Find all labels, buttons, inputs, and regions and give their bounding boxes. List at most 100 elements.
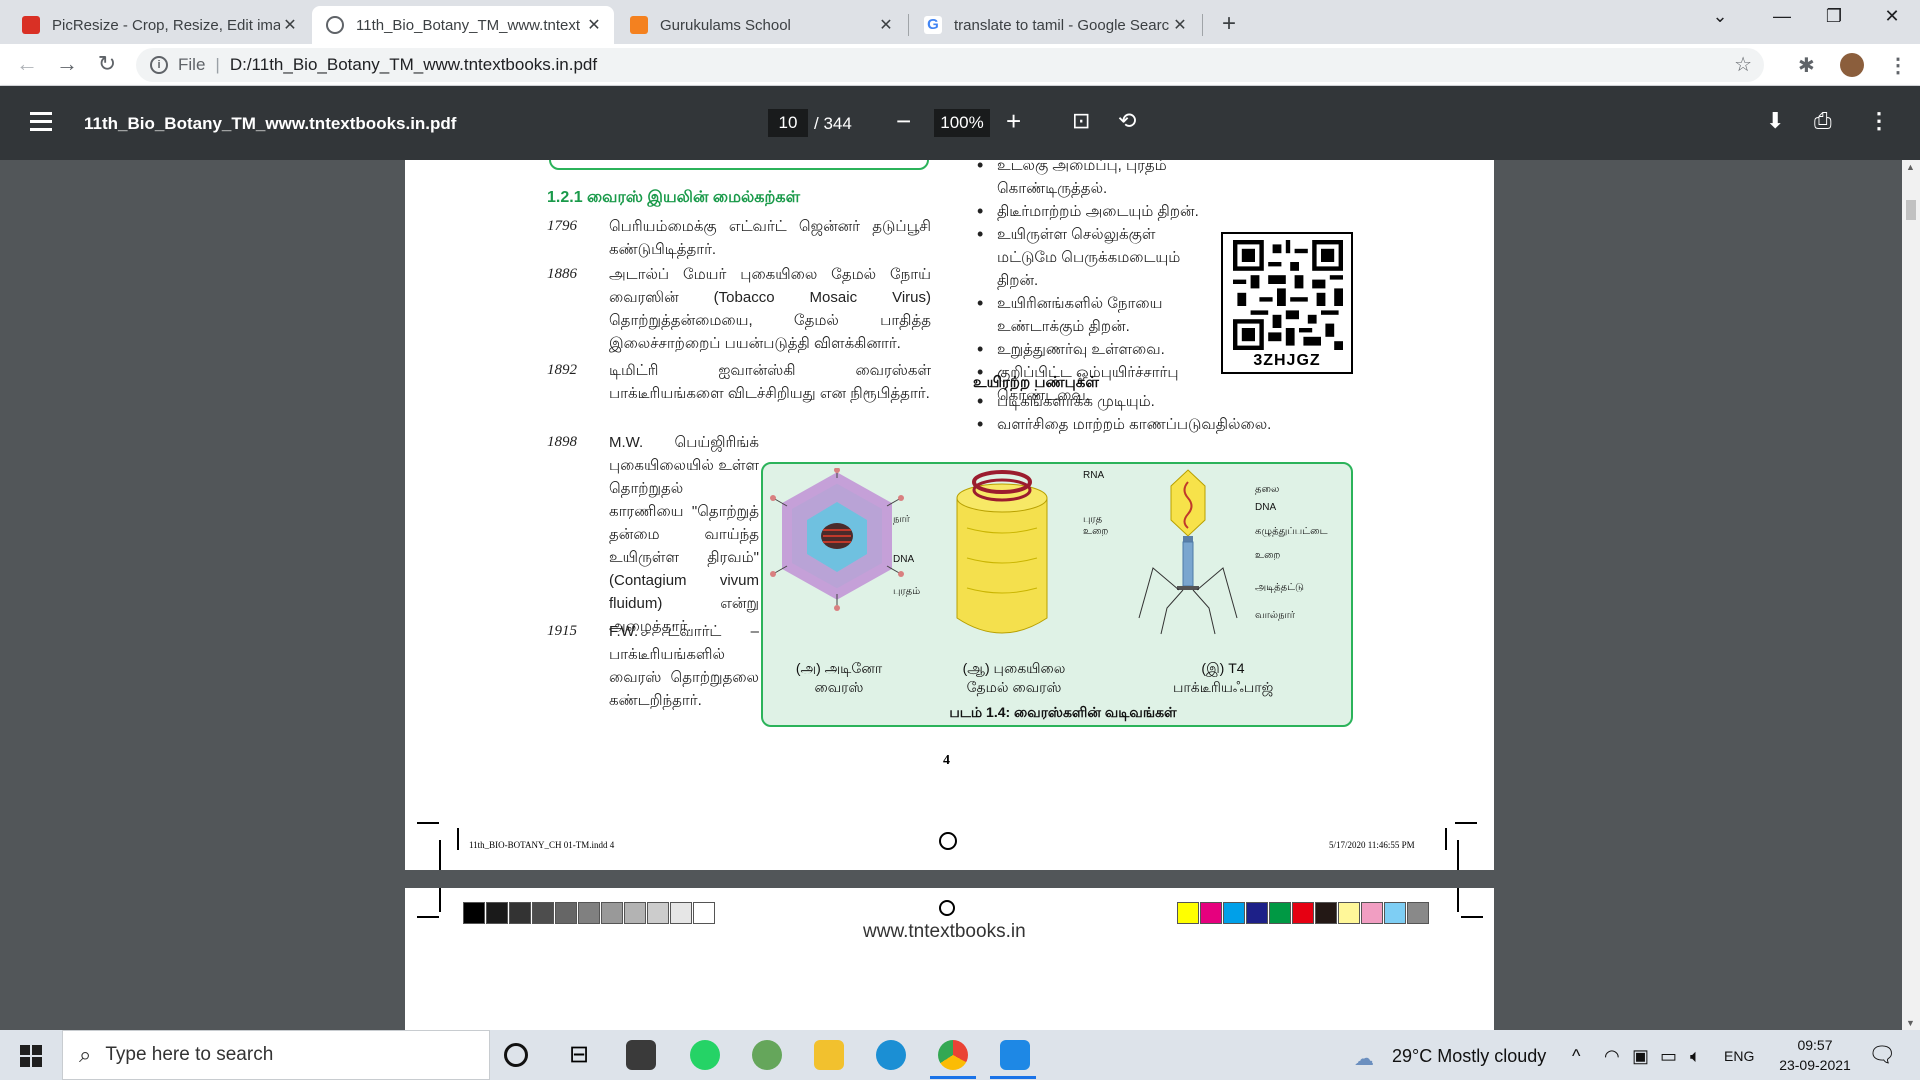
address-bar[interactable]: i File | D:/11th_Bio_Botany_TM_www.tntex… — [136, 48, 1764, 82]
scroll-up-arrow-icon[interactable]: ▲ — [1906, 162, 1915, 172]
maximize-button[interactable]: ❐ — [1814, 6, 1854, 27]
tab-search-chevron-icon[interactable]: ⌄ — [1700, 6, 1740, 27]
language-indicator[interactable]: ENG — [1724, 1048, 1754, 1064]
forward-button[interactable]: → — [52, 51, 82, 77]
qr-pattern — [1233, 240, 1343, 350]
color-swatch — [1269, 902, 1291, 924]
active-app-indicator — [930, 1076, 976, 1079]
adeno-fibre-label: நார் — [893, 514, 910, 525]
adeno-capsid-label: புரதம் — [893, 586, 921, 597]
registration-mark-icon — [939, 832, 957, 850]
utorrent-icon[interactable] — [752, 1040, 782, 1070]
search-icon: ⌕ — [79, 1042, 92, 1067]
tab-google-search[interactable]: G translate to tamil - Google Searc ✕ — [910, 6, 1200, 44]
color-swatch — [647, 902, 669, 924]
tab-gurukulams[interactable]: Gurukulams School ✕ — [616, 6, 906, 44]
color-swatch — [1384, 902, 1406, 924]
download-icon[interactable]: ⬇ — [1766, 108, 1784, 134]
weather-text[interactable]: 29°C Mostly cloudy — [1392, 1046, 1546, 1067]
tmv-rna-label: RNA — [1083, 470, 1105, 481]
extensions-puzzle-icon[interactable]: ✱ — [1798, 53, 1815, 78]
timeline-year: 1796 — [547, 218, 577, 234]
pdf-toolbar: 11th_Bio_Botany_TM_www.tntextbooks.in.pd… — [0, 86, 1920, 160]
network-icon[interactable]: ◠ — [1604, 1046, 1620, 1067]
vertical-scrollbar[interactable]: ▲ ▼ — [1902, 160, 1920, 1030]
page-number-input[interactable]: 10 — [768, 109, 808, 137]
browser-menu-icon[interactable]: ⋮ — [1888, 53, 1908, 78]
zoom-out-button[interactable]: − — [896, 106, 911, 137]
volume-icon[interactable]: 🔈︎ — [1690, 1046, 1701, 1067]
edge-icon[interactable] — [876, 1040, 906, 1070]
profile-avatar[interactable] — [1840, 53, 1864, 77]
color-swatch — [1223, 902, 1245, 924]
list-item: படிகங்களாக்க முடியும். — [975, 390, 1335, 413]
file-explorer-icon[interactable] — [814, 1040, 844, 1070]
close-tab-icon[interactable]: ✕ — [280, 15, 300, 35]
reload-button[interactable]: ↻ — [92, 51, 122, 77]
notifications-icon[interactable]: 🗨︎ — [1868, 1042, 1896, 1068]
website-url[interactable]: www.tntextbooks.in — [863, 921, 1026, 943]
color-swatch — [601, 902, 623, 924]
more-actions-icon[interactable]: ⋮ — [1868, 108, 1890, 134]
scrollbar-thumb[interactable] — [1906, 200, 1916, 220]
store-icon[interactable] — [626, 1040, 656, 1070]
bookmark-star-icon[interactable]: ☆ — [1734, 52, 1752, 77]
info-icon[interactable]: i — [150, 56, 168, 74]
new-tab-button[interactable]: + — [1222, 10, 1236, 38]
show-hidden-icons-chevron-icon[interactable]: ^ — [1572, 1046, 1580, 1067]
print-icon[interactable]: ⎙ — [1814, 108, 1832, 134]
taskbar-search-box[interactable]: ⌕ Type here to search — [62, 1030, 490, 1080]
security-icon[interactable]: ▣ — [1632, 1046, 1649, 1067]
zoom-in-button[interactable]: + — [1006, 106, 1021, 137]
chrome-icon[interactable] — [938, 1040, 968, 1070]
windows-start-icon[interactable] — [20, 1045, 42, 1067]
fit-to-page-icon[interactable]: ⊡ — [1072, 108, 1090, 134]
minimize-button[interactable]: — — [1762, 6, 1802, 27]
color-swatch — [555, 902, 577, 924]
crop-mark — [1457, 888, 1459, 912]
whatsapp-icon[interactable] — [690, 1040, 720, 1070]
qr-label: 3ZHJGZ — [1253, 352, 1321, 369]
list-item: உடலகு அமைப்பு, புரதம் கொண்டிருத்தல். — [975, 160, 1205, 200]
vscode-icon[interactable] — [1000, 1040, 1030, 1070]
qr-code: 3ZHJGZ — [1221, 232, 1353, 374]
timeline-year: 1898 — [547, 434, 577, 450]
color-swatch — [486, 902, 508, 924]
scroll-down-arrow-icon[interactable]: ▼ — [1906, 1018, 1915, 1028]
t4-collar-label: கழுத்துப்பட்டை — [1255, 526, 1328, 537]
registration-mark-icon — [939, 900, 955, 916]
search-placeholder: Type here to search — [105, 1044, 274, 1065]
tab-pdf[interactable]: 11th_Bio_Botany_TM_www.tntext ✕ — [312, 6, 614, 44]
color-swatch — [532, 902, 554, 924]
clock-date: 23-09-2021 — [1779, 1057, 1851, 1073]
close-tab-icon[interactable]: ✕ — [1170, 15, 1190, 35]
pdf-title: 11th_Bio_Botany_TM_www.tntextbooks.in.pd… — [84, 114, 457, 133]
virus-figure: நார் DNA புரதம் RNA புரத உறை தலை DNA கழு… — [761, 462, 1353, 727]
back-button[interactable]: ← — [12, 51, 42, 77]
close-tab-icon[interactable]: ✕ — [584, 15, 604, 35]
figure-caption: படம் 1.4: வைரஸ்களின் வடிவங்கள் — [949, 704, 1177, 720]
zoom-level-input[interactable]: 100% — [934, 109, 990, 137]
list-item: உயிருள்ள செல்லுக்குள் மட்டுமே பெருக்கமடை… — [975, 223, 1205, 292]
color-swatch — [693, 902, 715, 924]
system-clock[interactable]: 09:57 23-09-2021 — [1770, 1035, 1860, 1075]
list-item: உறுத்துணர்வு உள்ளவை. — [975, 338, 1205, 361]
close-tab-icon[interactable]: ✕ — [876, 15, 896, 35]
t4-sheath-label: உறை — [1255, 550, 1281, 561]
battery-icon[interactable]: ▭ — [1660, 1046, 1677, 1067]
tab-picresize[interactable]: PicResize - Crop, Resize, Edit ima ✕ — [8, 6, 310, 44]
tmv-coat-label: புரத உறை — [1083, 514, 1109, 537]
menu-hamburger-icon[interactable] — [30, 112, 52, 136]
pdf-viewport[interactable]: 1.2.1 வைரஸ் இயலின் மைல்கற்கள் 1796 பெரிய… — [0, 160, 1920, 1030]
close-window-button[interactable]: ✕ — [1872, 6, 1912, 27]
address-divider: | — [215, 55, 220, 74]
color-swatch — [509, 902, 531, 924]
living-traits-list: உடலகு அமைப்பு, புரதம் கொண்டிருத்தல். திட… — [975, 160, 1205, 407]
color-swatch — [1246, 902, 1268, 924]
cortana-icon[interactable] — [504, 1043, 528, 1067]
weather-cloud-icon[interactable]: ☁ — [1354, 1046, 1374, 1071]
rotate-icon[interactable]: ⟲ — [1118, 108, 1136, 134]
windows-taskbar: ⌕ Type here to search ⊟ ☁ 29°C Mostly cl… — [0, 1030, 1920, 1080]
timeline-text: F.W. ட்வார்ட் – பாக்டீரியங்களில் வைரஸ் த… — [609, 623, 759, 709]
task-view-icon[interactable]: ⊟ — [564, 1040, 594, 1070]
